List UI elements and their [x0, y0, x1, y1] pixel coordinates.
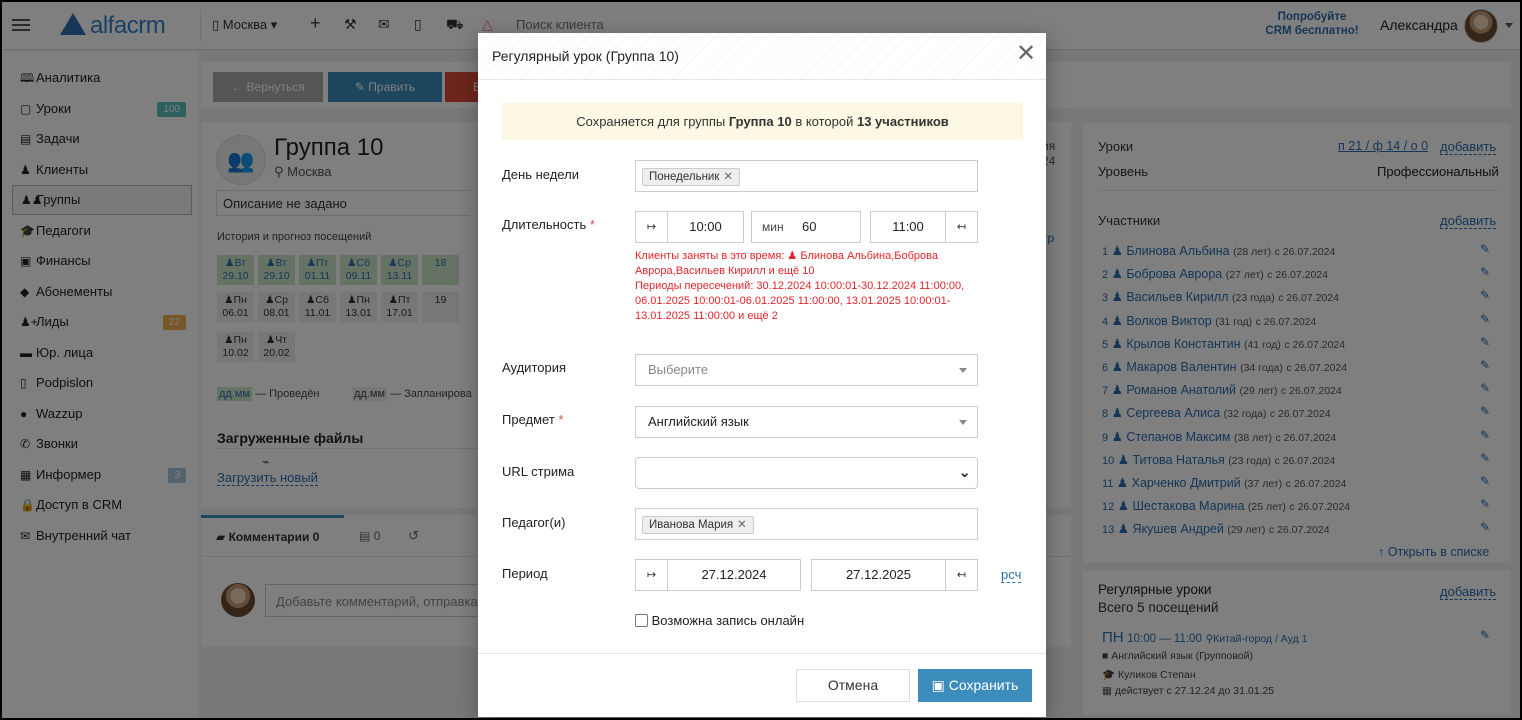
minutes-unit: мин — [762, 220, 784, 234]
calculate-link[interactable]: рсч — [1001, 567, 1022, 583]
online-booking-checkbox[interactable] — [635, 614, 648, 627]
period-end-input[interactable]: 27.12.2025 ↤ — [811, 559, 978, 591]
end-arrow-icon: ↤ — [945, 212, 977, 242]
period-start-input[interactable]: ↦ 27.12.2024 — [635, 559, 801, 591]
weekday-select[interactable]: Понедельник ✕ — [635, 160, 978, 192]
start-arrow-icon: ↦ — [636, 212, 668, 242]
remove-tag-icon[interactable]: ✕ — [737, 519, 747, 531]
period-end-value: 27.12.2025 — [845, 567, 912, 582]
end-time-input[interactable]: 11:00 ↤ — [870, 211, 978, 243]
subject-select[interactable]: Английский язык — [635, 406, 978, 438]
period-label: Период — [502, 566, 548, 581]
end-arrow-icon: ↤ — [945, 560, 977, 590]
period-start-value: 27.12.2024 — [701, 567, 767, 582]
dropdown-caret-icon — [959, 420, 967, 425]
chevron-down-icon: ⌄ — [958, 464, 971, 481]
end-time-value: 11:00 — [892, 219, 924, 234]
group-notice: Сохраняется для группы Группа 10 в котор… — [502, 103, 1023, 140]
overlap-periods-error: Периоды пересечений: 30.12.2024 10:00:01… — [635, 280, 965, 322]
busy-clients-error: Клиенты заняты в это время: ♟ Блинова Ал… — [635, 250, 938, 277]
modal-title: Регулярный урок (Группа 10) — [492, 48, 679, 64]
online-booking-label: Возможна запись онлайн — [651, 613, 805, 628]
minutes-value: 60 — [802, 219, 817, 234]
weekday-tag: Понедельник ✕ — [642, 168, 741, 186]
teacher-tag: Иванова Мария ✕ — [642, 516, 754, 534]
stream-url-label: URL стрима — [502, 464, 575, 479]
duration-label: Длительность * — [502, 217, 595, 232]
stream-url-select[interactable]: ⌄ — [635, 457, 978, 489]
dropdown-caret-icon — [959, 368, 967, 373]
start-time-input[interactable]: ↦ 10:00 — [635, 211, 744, 243]
teacher-select[interactable]: Иванова Мария ✕ — [635, 508, 978, 540]
cancel-button[interactable]: Отмена — [796, 669, 910, 702]
conflict-error: Клиенты заняты в это время: ♟ Блинова Ал… — [635, 249, 985, 324]
regular-lesson-modal: Регулярный урок (Группа 10) ✕ Сохраняетс… — [478, 33, 1046, 717]
subject-label: Предмет * — [502, 412, 564, 427]
weekday-label: День недели — [502, 167, 579, 182]
save-button[interactable]: ▣ Сохранить — [918, 669, 1032, 702]
start-arrow-icon: ↦ — [636, 560, 668, 590]
minutes-input[interactable]: мин 60 — [751, 211, 861, 243]
floppy-icon: ▣ — [931, 677, 945, 693]
room-select[interactable]: Выберите — [635, 354, 978, 386]
close-icon[interactable]: ✕ — [1016, 42, 1036, 66]
remove-tag-icon[interactable]: ✕ — [723, 171, 733, 183]
teacher-label: Педагог(и) — [502, 515, 566, 530]
modal-header: Регулярный урок (Группа 10) ✕ — [478, 33, 1046, 80]
screen: alfacrm ▯ Москва ▾ + ⚒ ✉ ▯ ⛟ △ Поиск кли… — [0, 0, 1522, 720]
start-time-value: 10:00 — [689, 219, 722, 234]
online-booking-option[interactable]: Возможна запись онлайн — [635, 613, 804, 628]
room-label: Аудитория — [502, 360, 567, 375]
modal-footer: Отмена ▣ Сохранить — [478, 653, 1046, 717]
